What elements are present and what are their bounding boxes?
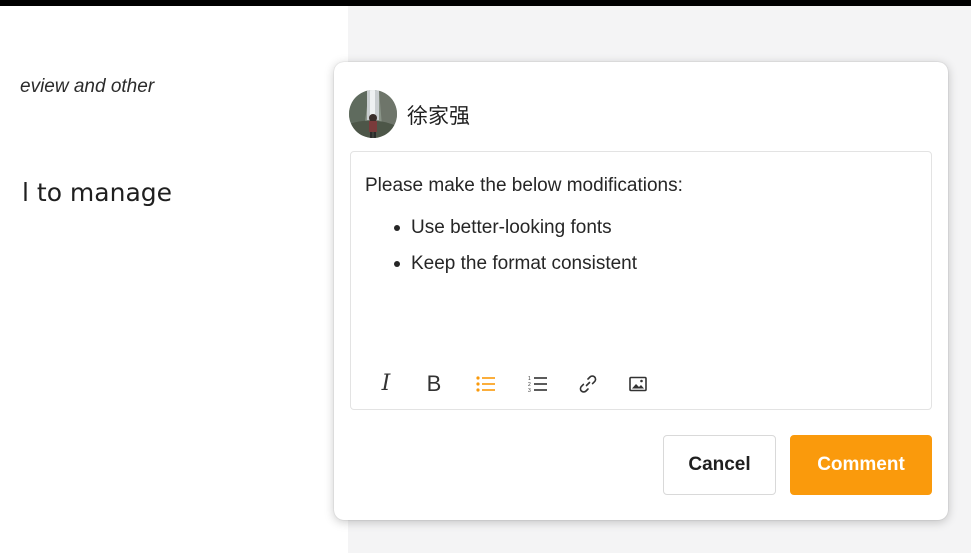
bold-icon: B (426, 371, 442, 396)
comment-author-name: 徐家强 (407, 105, 470, 128)
editor-intro-text: Please make the below modifications: (365, 175, 683, 196)
italic-button[interactable]: I (373, 371, 399, 397)
avatar (349, 90, 397, 138)
image-icon (629, 376, 647, 392)
document-heading-text: l to manage (22, 178, 173, 207)
editor-bullet-text: Keep the format consistent (411, 253, 638, 274)
comment-button[interactable]: Comment (790, 435, 932, 495)
user-photo-avatar-icon (349, 90, 397, 138)
bullet-dot-icon (394, 225, 400, 231)
bold-button[interactable]: B (421, 371, 447, 397)
editor-bullet-text: Use better-looking fonts (411, 217, 612, 238)
editor-bullet-item: Keep the format consistent (365, 254, 637, 273)
image-button[interactable] (625, 371, 651, 397)
editor-bullet-list: Use better-looking fonts Keep the format… (365, 218, 637, 290)
bulleted-list-button[interactable] (473, 371, 499, 397)
bullet-dot-icon (394, 261, 400, 267)
cancel-button[interactable]: Cancel (663, 435, 776, 495)
svg-text:3: 3 (528, 388, 531, 393)
link-button[interactable] (575, 371, 601, 397)
comment-popover: 徐家强 Please make the below modifications:… (334, 62, 948, 520)
comment-editor[interactable]: Please make the below modifications: Use… (350, 151, 932, 410)
link-icon (579, 375, 597, 393)
document-italic-text: eview and other (20, 76, 155, 97)
bulleted-list-icon (476, 376, 495, 392)
italic-icon: I (381, 371, 391, 396)
screenshot-root: eview and other l to manage 徐家强 Please m… (0, 0, 971, 553)
numbered-list-button[interactable]: 1 2 3 (525, 371, 551, 397)
editor-bullet-item: Use better-looking fonts (365, 218, 637, 237)
document-page: eview and other l to manage (0, 6, 348, 553)
numbered-list-icon: 1 2 3 (528, 376, 547, 393)
